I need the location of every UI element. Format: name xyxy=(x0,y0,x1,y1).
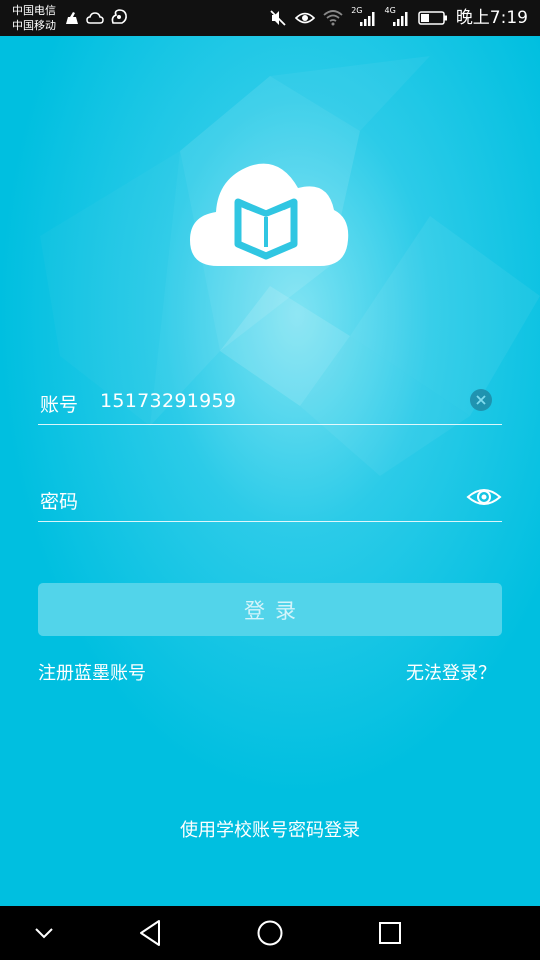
signal-2g-icon: 2G xyxy=(351,6,376,26)
status-time: 晚上7:19 xyxy=(455,8,528,28)
home-icon[interactable] xyxy=(240,906,300,960)
navigation-bar xyxy=(0,906,540,960)
carrier-2: 中国移动 xyxy=(12,19,56,32)
notification-icons xyxy=(64,9,128,29)
back-icon[interactable] xyxy=(120,906,180,960)
wifi-icon xyxy=(323,10,343,26)
signal-4g-icon: 4G xyxy=(385,6,410,26)
login-button[interactable]: 登录 xyxy=(38,583,502,636)
recents-icon[interactable] xyxy=(360,906,420,960)
account-label: 账号 xyxy=(40,394,79,416)
clear-icon[interactable] xyxy=(470,389,492,411)
school-login-label[interactable]: 使用学校账号密码登录 xyxy=(180,820,360,841)
carrier-info: 中国电信 中国移动 xyxy=(12,3,56,33)
squirrel-app-icon xyxy=(110,9,128,29)
account-input[interactable]: 15173291959 xyxy=(100,390,236,412)
password-label: 密码 xyxy=(40,491,79,513)
weather-cloud-icon xyxy=(86,10,104,29)
register-link[interactable]: 注册蓝墨账号 xyxy=(38,659,146,685)
status-bar: 中国电信 中国移动 2G 4G 晚上7:19 xyxy=(0,0,540,36)
password-field[interactable]: 密码 xyxy=(38,477,502,522)
forgot-login-link[interactable]: 无法登录？ xyxy=(406,659,496,685)
school-login-link[interactable]: 使用学校账号密码登录 xyxy=(0,816,540,842)
cleaner-icon xyxy=(64,10,80,29)
account-field[interactable]: 账号 15173291959 xyxy=(38,380,502,425)
collapse-icon[interactable] xyxy=(14,906,74,960)
eye-comfort-icon xyxy=(295,10,316,26)
app-screen: 中国电信 中国移动 2G 4G 晚上7:19 账号 15173291959 密码… xyxy=(0,0,540,960)
carrier-1: 中国电信 xyxy=(12,4,56,17)
show-password-icon[interactable] xyxy=(466,485,502,509)
mute-icon xyxy=(269,9,287,27)
battery-icon xyxy=(418,10,448,26)
cloud-book-logo xyxy=(190,163,349,266)
system-status-icons: 2G 4G 晚上7:19 xyxy=(269,6,528,30)
